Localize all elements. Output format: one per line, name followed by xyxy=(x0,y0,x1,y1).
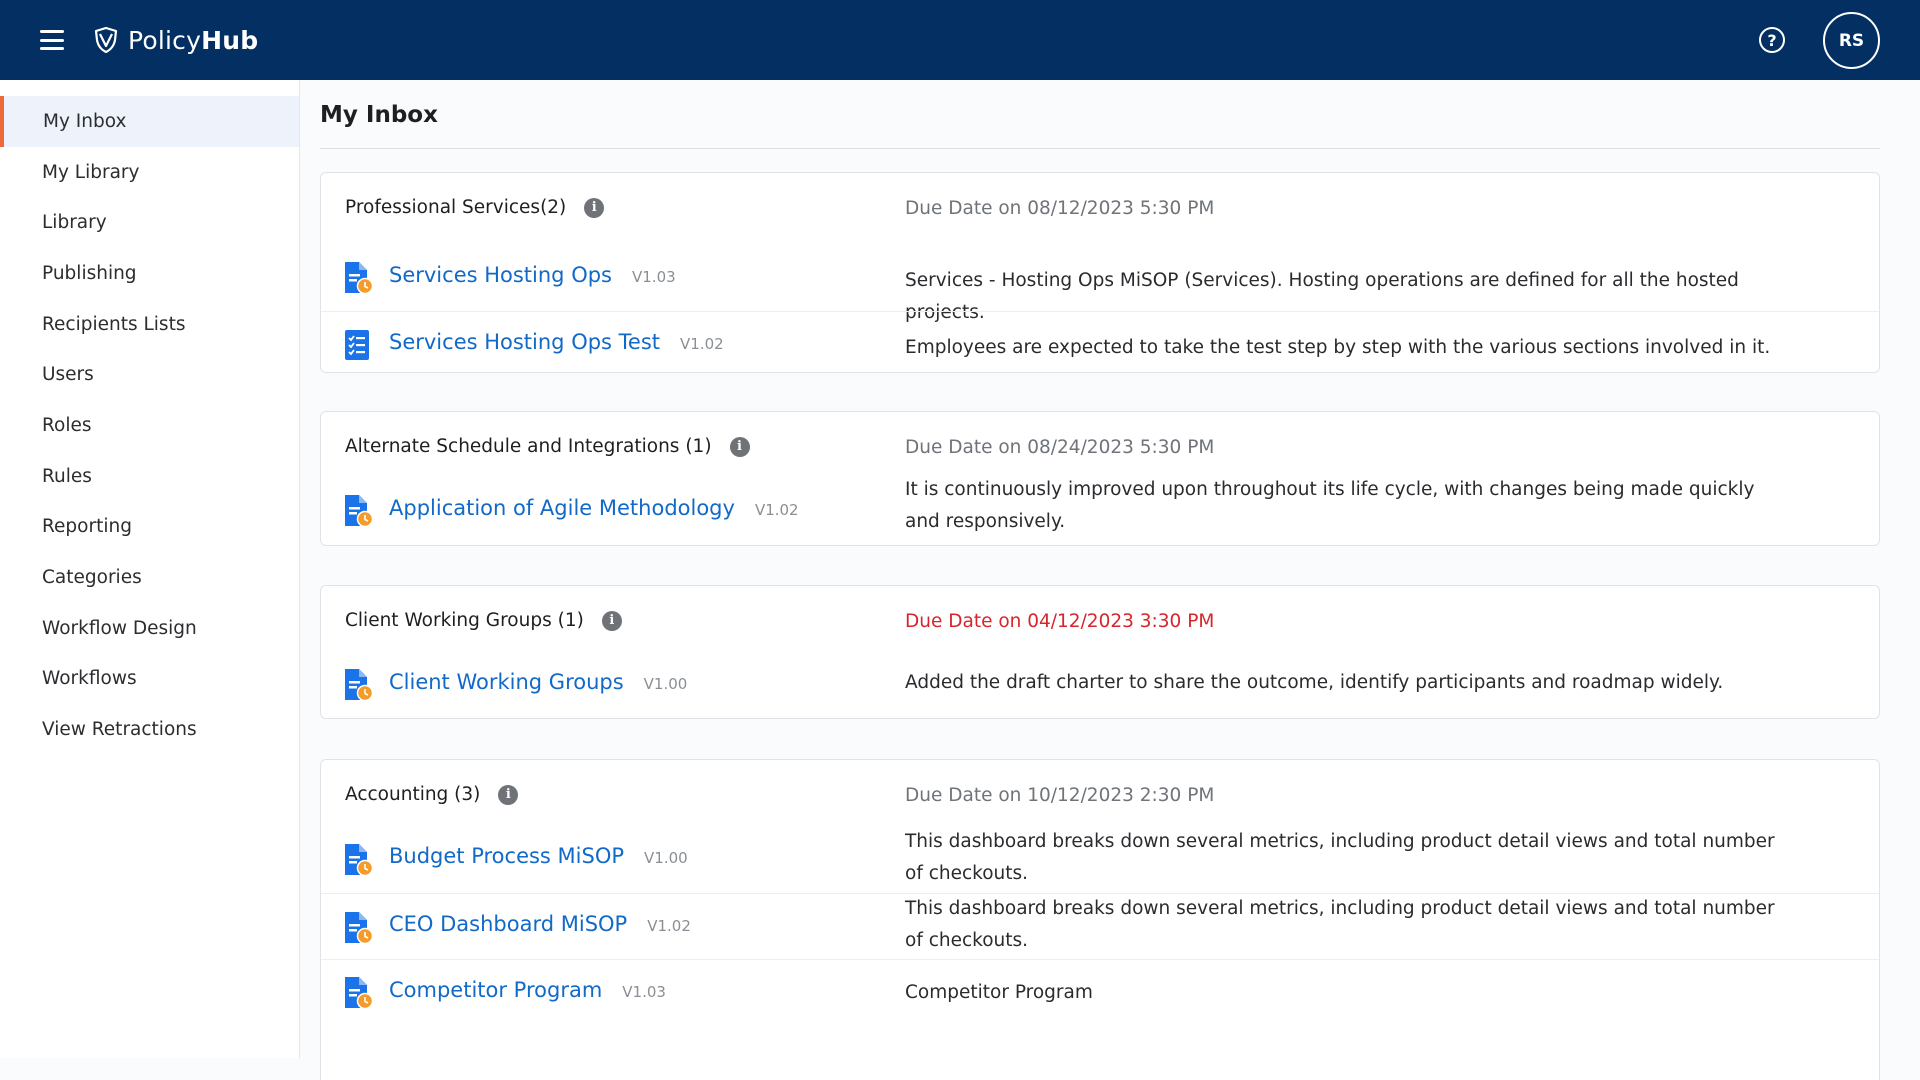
sidebar-item-users[interactable]: Users xyxy=(0,349,299,400)
help-icon[interactable]: ? xyxy=(1759,27,1785,53)
list-item[interactable]: Services Hosting Ops V1.03 Services - Hos… xyxy=(321,245,1879,323)
document-link[interactable]: Application of Agile Methodology V1.02 xyxy=(389,496,799,520)
app-logo[interactable]: PolicyHub xyxy=(94,24,258,56)
divider xyxy=(320,148,1880,149)
list-item[interactable]: Client Working Groups V1.00 Added the dra… xyxy=(321,650,1879,718)
list-item[interactable]: Application of Agile Methodology V1.02 It… xyxy=(321,474,1879,545)
document-description: This dashboard breaks down several metri… xyxy=(905,898,1775,951)
list-item[interactable]: CEO Dashboard MiSOP V1.02 This dashboard … xyxy=(321,893,1879,959)
version-label: V1.00 xyxy=(643,675,688,693)
sidebar: My Inbox My Library Library Publishing R… xyxy=(0,80,300,1058)
document-link[interactable]: Client Working Groups V1.00 xyxy=(389,670,687,694)
menu-icon[interactable] xyxy=(40,30,64,50)
sidebar-item-view-retractions[interactable]: View Retractions xyxy=(0,704,299,755)
sidebar-item-reporting[interactable]: Reporting xyxy=(0,502,299,553)
inbox-group: Client Working Groups (1) i Due Date on … xyxy=(320,585,1880,719)
group-header: Accounting (3) i Due Date on 10/12/2023 … xyxy=(321,760,1879,826)
document-description: Added the draft charter to share the out… xyxy=(905,672,1724,693)
group-name: Alternate Schedule and Integrations (1) … xyxy=(345,436,750,457)
inbox-group: Professional Services(2) i Due Date on 0… xyxy=(320,172,1880,373)
document-clock-icon xyxy=(345,977,373,1010)
user-avatar[interactable]: RS xyxy=(1823,12,1880,69)
version-label: V1.02 xyxy=(754,501,799,519)
list-item[interactable]: Services Hosting Ops Test V1.02 Employees… xyxy=(321,311,1879,372)
document-clock-icon xyxy=(345,669,373,702)
document-link[interactable]: Budget Process MiSOP V1.00 xyxy=(389,844,688,868)
sidebar-item-recipients-lists[interactable]: Recipients Lists xyxy=(0,299,299,350)
due-date: Due Date on 10/12/2023 2:30 PM xyxy=(905,785,1215,806)
info-icon[interactable]: i xyxy=(584,197,605,218)
document-clock-icon xyxy=(345,912,373,945)
group-name: Accounting (3) i xyxy=(345,784,519,805)
document-clock-icon xyxy=(345,844,373,877)
document-clock-icon xyxy=(345,262,373,295)
checklist-icon xyxy=(345,330,369,360)
document-clock-icon xyxy=(345,495,373,528)
document-description: Competitor Program xyxy=(905,982,1093,1003)
sidebar-item-workflows[interactable]: Workflows xyxy=(0,654,299,705)
sidebar-item-categories[interactable]: Categories xyxy=(0,552,299,603)
sidebar-item-my-library[interactable]: My Library xyxy=(0,147,299,198)
sidebar-item-library[interactable]: Library xyxy=(0,197,299,248)
sidebar-item-workflow-design[interactable]: Workflow Design xyxy=(0,603,299,654)
sidebar-item-rules[interactable]: Rules xyxy=(0,451,299,502)
due-date-overdue: Due Date on 04/12/2023 3:30 PM xyxy=(905,611,1215,632)
info-icon[interactable]: i xyxy=(601,610,622,631)
document-description: It is continuously improved upon through… xyxy=(905,479,1755,532)
inbox-group: Accounting (3) i Due Date on 10/12/2023 … xyxy=(320,759,1880,1080)
info-icon[interactable]: i xyxy=(498,784,519,805)
document-link[interactable]: CEO Dashboard MiSOP V1.02 xyxy=(389,912,691,936)
info-icon[interactable]: i xyxy=(729,436,750,457)
group-header: Professional Services(2) i Due Date on 0… xyxy=(321,173,1879,245)
list-item[interactable]: Budget Process MiSOP V1.00 This dashboard… xyxy=(321,826,1879,893)
version-label: V1.02 xyxy=(647,917,691,935)
group-header: Alternate Schedule and Integrations (1) … xyxy=(321,412,1879,474)
document-link[interactable]: Services Hosting Ops Test V1.02 xyxy=(389,330,724,354)
group-header: Client Working Groups (1) i Due Date on … xyxy=(321,586,1879,650)
group-name: Professional Services(2) i xyxy=(345,197,605,218)
due-date: Due Date on 08/24/2023 5:30 PM xyxy=(905,437,1215,458)
version-label: V1.03 xyxy=(622,983,666,1001)
inbox-group: Alternate Schedule and Integrations (1) … xyxy=(320,411,1880,546)
sidebar-item-publishing[interactable]: Publishing xyxy=(0,248,299,299)
shield-logo-icon xyxy=(94,27,118,53)
document-link[interactable]: Services Hosting Ops V1.03 xyxy=(389,263,676,287)
version-label: V1.03 xyxy=(632,268,676,286)
group-name: Client Working Groups (1) i xyxy=(345,610,622,631)
document-link[interactable]: Competitor Program V1.03 xyxy=(389,978,666,1002)
sidebar-item-my-inbox[interactable]: My Inbox xyxy=(0,96,299,147)
list-item[interactable]: Competitor Program V1.03 Competitor Progr… xyxy=(321,959,1879,1025)
sidebar-item-roles[interactable]: Roles xyxy=(0,400,299,451)
app-name: PolicyHub xyxy=(128,25,259,55)
version-label: V1.00 xyxy=(644,849,688,867)
top-bar: PolicyHub ? RS xyxy=(0,0,1920,80)
document-description: This dashboard breaks down several metri… xyxy=(905,831,1775,884)
document-description: Employees are expected to take the test … xyxy=(905,337,1771,358)
due-date: Due Date on 08/12/2023 5:30 PM xyxy=(905,198,1215,219)
page-title: My Inbox xyxy=(320,102,438,128)
version-label: V1.02 xyxy=(680,335,724,353)
